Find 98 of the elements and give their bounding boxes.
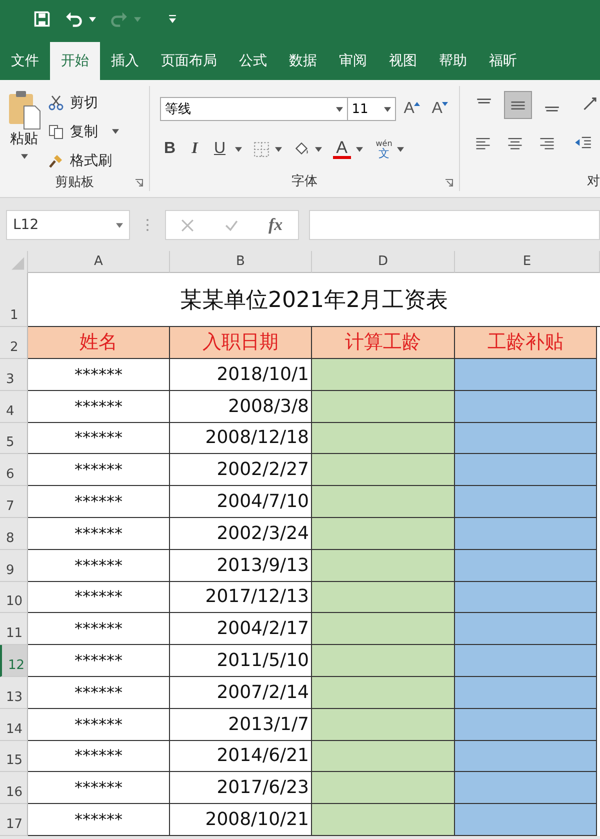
grow-font-button[interactable]: A [404,100,424,118]
row-header[interactable]: 7 [0,486,28,518]
column-header[interactable]: B [170,251,312,273]
row-header[interactable]: 6 [0,454,28,486]
header-cell: 入职日期 [170,327,312,359]
table-cell: ****** [28,804,170,836]
table-cell: ****** [28,390,170,423]
table-cell: ****** [28,645,170,677]
row-header[interactable]: 11 [0,613,28,646]
lines-icon [476,98,492,104]
caret-icon[interactable] [112,129,119,134]
column-header[interactable]: E [455,251,600,273]
insert-function-button[interactable]: fx [268,215,283,235]
table-cell: ****** [28,486,170,518]
ribbon-tab[interactable]: 页面布局 [150,42,228,80]
save-icon[interactable] [33,10,51,28]
table-cell: ****** [28,740,170,772]
table-cell: ****** [28,454,170,486]
borders-icon[interactable] [252,140,270,158]
format-painter-button[interactable]: 格式刷 [48,148,119,173]
ribbon-tab[interactable]: 数据 [278,42,328,80]
font-style-button[interactable]: B [160,140,180,158]
table-cell: ****** [28,613,170,646]
row-header[interactable]: 8 [0,518,28,550]
font-style-button[interactable]: I [184,140,205,158]
row-header[interactable]: 15 [0,740,28,772]
font-color-button[interactable]: A [332,139,351,159]
dialog-launcher-icon[interactable] [445,179,453,187]
down-caret-icon [442,102,448,106]
scissors-icon [48,94,64,110]
dialog-launcher-icon[interactable] [134,179,143,187]
caret-icon[interactable] [20,154,28,159]
customize-icon[interactable] [169,15,176,23]
copy-button[interactable]: 复制 [48,119,119,144]
fill-color-icon[interactable] [292,140,310,158]
row-header[interactable]: 17 [0,804,28,836]
row-header[interactable]: 12 [0,645,28,677]
up-caret-icon [414,102,420,106]
paintbrush-icon [48,152,64,168]
caret-icon[interactable] [356,146,363,152]
row-header[interactable]: 4 [0,390,28,423]
undo-icon[interactable] [65,10,83,28]
table-cell: ****** [28,676,170,709]
row-header[interactable]: 10 [0,582,28,614]
paste-button[interactable]: 粘贴 [0,86,48,173]
font-style-button[interactable]: U [210,140,230,158]
caret-icon[interactable] [336,106,343,112]
column-header[interactable]: D [312,251,455,273]
group-label: 字体 [291,173,318,190]
grip-icon [146,218,149,232]
phonetic-button[interactable]: wén 文 [376,139,392,159]
caret-icon[interactable] [89,16,96,22]
caret-icon[interactable] [397,146,404,152]
row-header[interactable]: 16 [0,772,28,804]
caret-icon[interactable] [274,146,282,152]
ribbon-tab[interactable]: 文件 [0,42,50,80]
caret-icon[interactable] [116,222,123,228]
table-cell: ****** [28,550,170,582]
caret-icon[interactable] [234,146,242,152]
font-size-field[interactable]: 11 [348,97,396,121]
table-cell: ****** [28,518,170,550]
table-cell: ****** [28,359,170,391]
lines-icon [510,100,526,110]
table-cell: ****** [28,582,170,614]
ribbon-tab[interactable]: 插入 [100,42,150,80]
header-cell: 计算工龄 [312,327,455,359]
caret-icon[interactable] [314,146,322,152]
ribbon-tab[interactable]: 开始 [50,42,100,80]
table-cell: ****** [28,708,170,741]
row-header[interactable]: 2 [0,327,28,359]
row-header[interactable]: 9 [0,550,28,582]
row-header[interactable]: 14 [0,708,28,741]
group-label: 对 [587,173,600,190]
align-button[interactable] [504,91,532,119]
cut-button[interactable]: 剪切 [48,90,119,115]
column-header[interactable]: A [28,251,170,273]
clipboard-icon [7,90,41,130]
row-header[interactable]: 5 [0,422,28,454]
row-header[interactable]: 3 [0,359,28,391]
header-cell: 工龄补贴 [455,327,597,359]
shrink-font-button[interactable]: A [432,100,452,118]
caret-icon[interactable] [384,106,391,112]
group-label: 剪贴板 [54,174,94,191]
ribbon-tab[interactable]: 福昕 [478,42,528,80]
ribbon-tab[interactable]: 帮助 [428,42,478,80]
row-header[interactable]: 13 [0,676,28,709]
header-cell: 姓名 [28,327,170,359]
copy-icon [48,124,64,140]
ribbon-tab[interactable]: 公式 [228,42,278,80]
table-cell: ****** [28,772,170,804]
ribbon-tab[interactable]: 视图 [378,42,428,80]
ribbon-tab[interactable]: 审阅 [328,42,378,80]
name-box[interactable]: L12 [6,210,130,240]
table-cell: ****** [28,422,170,454]
lines-icon [544,106,560,112]
font-name-field[interactable]: 等线 [160,97,348,121]
row-header[interactable]: 1 [0,273,28,327]
formula-field[interactable] [309,210,600,240]
